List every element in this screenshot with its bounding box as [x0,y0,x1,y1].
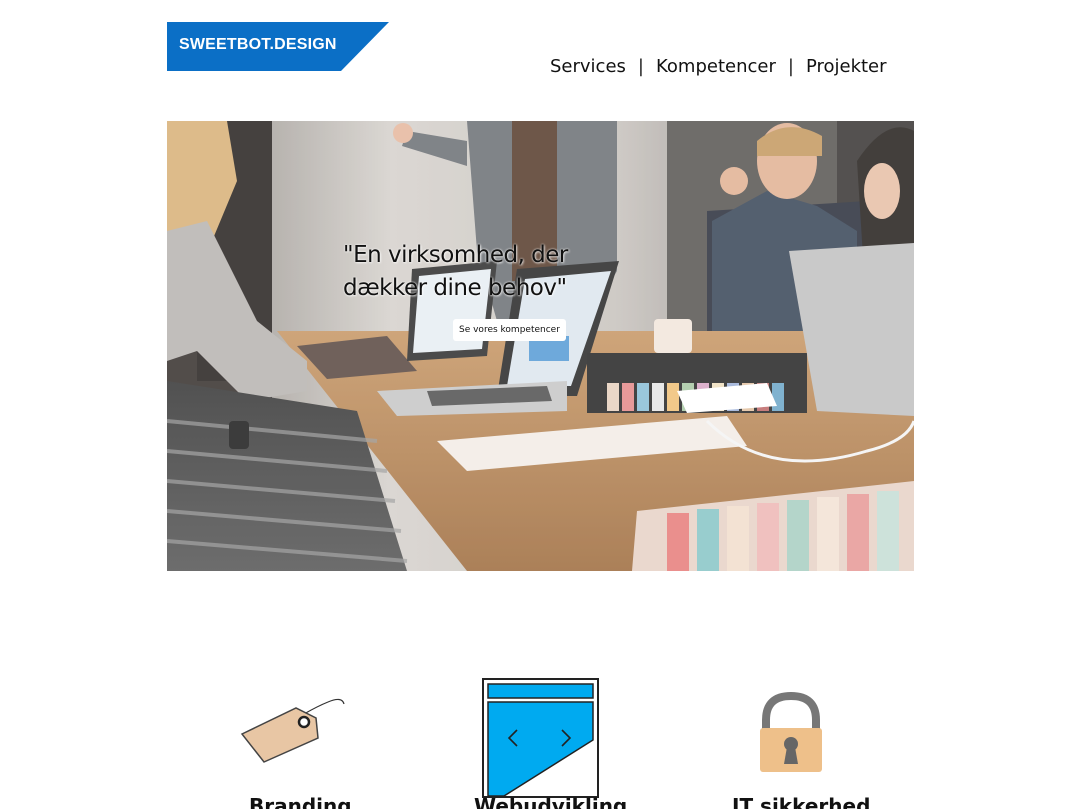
nav-separator: | [787,56,794,77]
price-tag-icon [240,698,345,763]
nav-separator: | [637,56,644,77]
nav-item-projekter[interactable]: Projekter [806,56,887,77]
see-competences-button[interactable]: Se vores kompetencer [453,319,566,341]
hero-headline-line2: dækker dine behov" [343,275,567,301]
hero-headline-line1: "En virksomhed, der [343,242,568,268]
padlock-icon [760,692,822,772]
service-title-it-sikkerhed: IT sikkerhed [732,794,871,809]
main-nav: Services | Kompetencer | Projekter [550,56,887,77]
nav-item-kompetencer[interactable]: Kompetencer [656,56,776,77]
web-window-icon [482,678,599,798]
page: SWEETBOT.DESIGN Services | Kompetencer |… [0,0,1079,809]
site-logo[interactable]: SWEETBOT.DESIGN [167,22,389,71]
nav-item-services[interactable]: Services [550,56,626,77]
service-title-webudvikling: Webudvikling [474,794,628,809]
hero-photo-office-meeting [167,121,914,571]
hero-headline: "En virksomhed, der dækker dine behov" [343,239,643,305]
hero-banner: "En virksomhed, der dækker dine behov" S… [167,121,914,571]
service-title-branding: Branding [249,794,352,809]
logo-text: SWEETBOT.DESIGN [179,36,337,53]
